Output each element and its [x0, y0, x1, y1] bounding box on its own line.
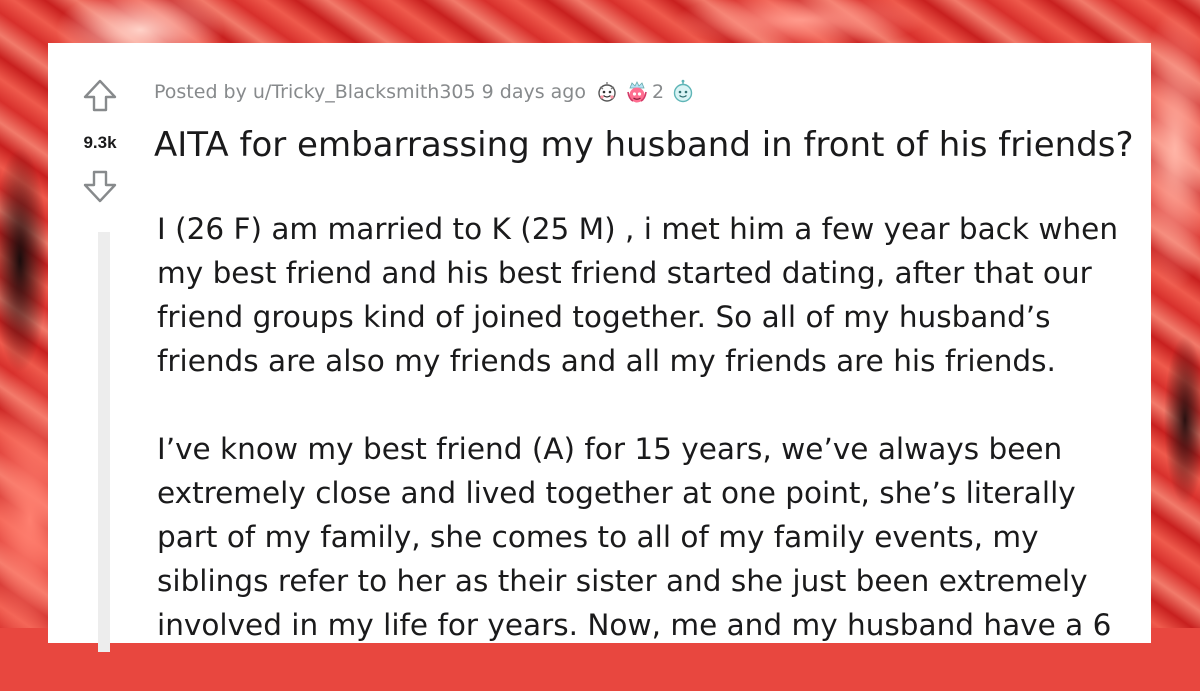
body-line: siblings refer to her as their sister an… [157, 564, 1088, 598]
body-line: extremely close and lived together at on… [157, 476, 1076, 510]
post-body: I (26 F) am married to K (25 M) , i met … [157, 207, 1142, 691]
body-paragraph: I’ve know my best friend (A) for 15 year… [157, 427, 1142, 647]
downvote-arrow-icon [83, 170, 117, 203]
posted-by-text: Posted by u/Tricky_Blacksmith305 9 days … [154, 81, 586, 103]
body-line: friends are also my friends and all my f… [157, 344, 1056, 378]
body-line: I’ve know my best friend (A) for 15 year… [157, 432, 1063, 466]
wholesome-award-icon[interactable] [594, 79, 620, 105]
body-line: my best friend and his best friend start… [157, 256, 1092, 290]
upvote-arrow-icon [83, 79, 117, 112]
post-card: 9.3k Posted by u/Tricky_Blacksmith305 9 … [48, 43, 1151, 652]
post-title[interactable]: AITA for embarrassing my husband in fron… [154, 123, 1144, 167]
body-line: involved in my life for years. Now, me a… [157, 608, 1112, 642]
vote-column: 9.3k [48, 43, 152, 652]
body-line: part of my family, she comes to all of m… [157, 520, 1039, 554]
award-count: 2 [651, 81, 665, 103]
helpful-award-icon[interactable] [670, 79, 696, 105]
body-line: friend groups kind of joined together. S… [157, 300, 1051, 334]
post-meta: Posted by u/Tricky_Blacksmith305 9 days … [154, 79, 696, 105]
upvote-button[interactable] [81, 77, 119, 115]
body-paragraph: I (26 F) am married to K (25 M) , i met … [157, 207, 1142, 383]
body-line: I (26 F) am married to K (25 M) , i met … [157, 212, 1119, 246]
vote-score: 9.3k [83, 133, 117, 152]
downvote-button[interactable] [81, 167, 119, 205]
collapse-thread-line[interactable] [98, 232, 110, 652]
crowned-award-icon[interactable] [624, 79, 650, 105]
